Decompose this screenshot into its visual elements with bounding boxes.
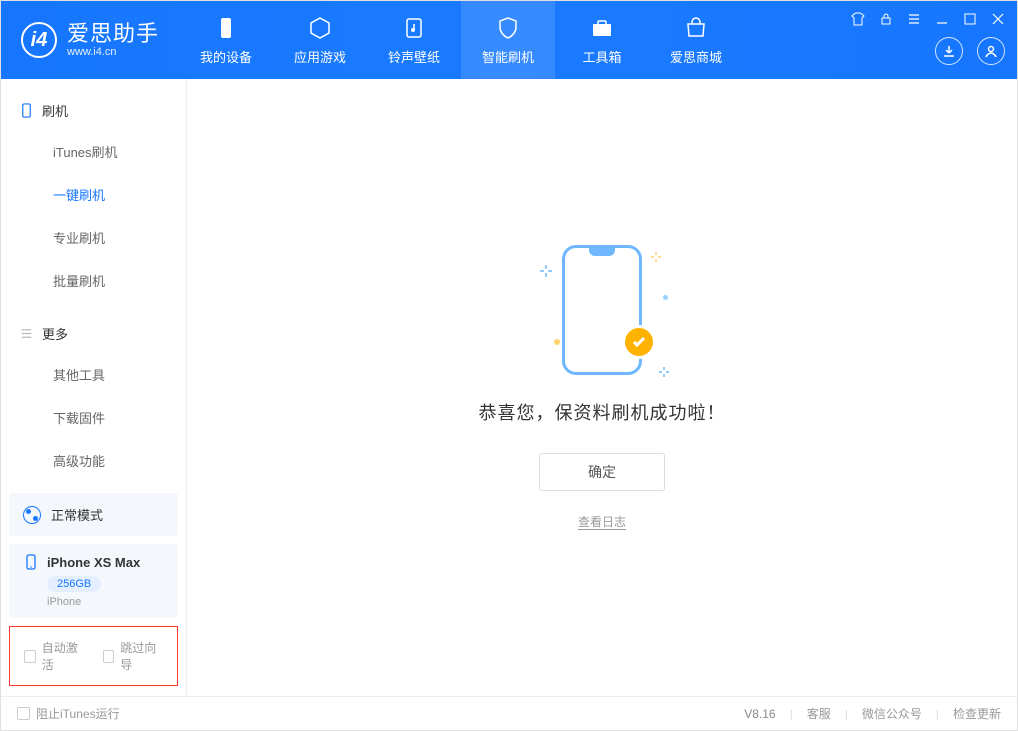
phone-icon	[23, 554, 39, 570]
success-message: 恭喜您，保资料刷机成功啦！	[479, 399, 726, 425]
nav-tab-flash[interactable]: 智能刷机	[461, 1, 555, 79]
sidebar-item-itunes-flash[interactable]: iTunes刷机	[1, 130, 186, 173]
store-icon	[683, 15, 709, 41]
options-row: 自动激活 跳过向导	[9, 626, 178, 686]
nav-label: 铃声壁纸	[388, 47, 440, 66]
titlebar: i4 爱思助手 www.i4.cn 我的设备 应用游戏 铃声壁纸 智能刷机	[1, 1, 1017, 79]
menu-icon[interactable]	[907, 12, 921, 26]
checkbox-label: 跳过向导	[120, 639, 163, 673]
toolbox-icon	[589, 15, 615, 41]
nav-label: 我的设备	[200, 47, 252, 66]
mode-icon	[23, 506, 41, 524]
list-icon	[19, 326, 34, 341]
nav-tab-ringtones[interactable]: 铃声壁纸	[367, 1, 461, 79]
app-title: 爱思助手	[67, 22, 159, 46]
minimize-icon[interactable]	[935, 12, 949, 26]
main-content: 恭喜您，保资料刷机成功啦！ 确定 查看日志	[187, 79, 1017, 696]
download-button[interactable]	[935, 37, 963, 65]
device-icon	[19, 103, 34, 118]
checkbox-label: 自动激活	[42, 639, 85, 673]
nav-tab-my-device[interactable]: 我的设备	[179, 1, 273, 79]
skip-guide-checkbox[interactable]: 跳过向导	[103, 639, 164, 673]
app-logo-area: i4 爱思助手 www.i4.cn	[1, 1, 179, 79]
version-label: V8.16	[744, 707, 775, 721]
sidebar: 刷机 iTunes刷机 一键刷机 专业刷机 批量刷机 更多 其他工具 下载固件 …	[1, 79, 187, 696]
sidebar-section-title: 刷机	[42, 101, 68, 120]
support-link[interactable]: 客服	[807, 705, 831, 722]
block-itunes-checkbox[interactable]: 阻止iTunes运行	[17, 705, 120, 722]
app-logo-icon: i4	[21, 22, 57, 58]
close-icon[interactable]	[991, 12, 1005, 26]
statusbar: 阻止iTunes运行 V8.16 | 客服 | 微信公众号 | 检查更新	[1, 696, 1017, 730]
music-icon	[401, 15, 427, 41]
user-button[interactable]	[977, 37, 1005, 65]
sidebar-header-flash: 刷机	[1, 91, 186, 130]
check-update-link[interactable]: 检查更新	[953, 705, 1001, 722]
nav-label: 工具箱	[583, 47, 622, 66]
device-type: iPhone	[47, 596, 164, 608]
nav-label: 爱思商城	[670, 47, 722, 66]
lock-icon[interactable]	[879, 12, 893, 26]
mode-card[interactable]: 正常模式	[9, 493, 178, 536]
sidebar-item-batch-flash[interactable]: 批量刷机	[1, 259, 186, 302]
sidebar-header-more: 更多	[1, 314, 186, 353]
device-card[interactable]: iPhone XS Max 256GB iPhone	[9, 544, 178, 618]
app-subtitle: www.i4.cn	[67, 46, 159, 58]
nav-label: 应用游戏	[294, 47, 346, 66]
success-illustration	[562, 245, 642, 375]
mode-label: 正常模式	[51, 505, 103, 524]
sidebar-section-title: 更多	[42, 324, 68, 343]
sidebar-item-advanced[interactable]: 高级功能	[1, 439, 186, 482]
sidebar-item-onekey-flash[interactable]: 一键刷机	[1, 173, 186, 216]
checkbox-icon	[17, 707, 30, 720]
cube-icon	[307, 15, 333, 41]
sidebar-item-pro-flash[interactable]: 专业刷机	[1, 216, 186, 259]
nav-tab-toolbox[interactable]: 工具箱	[555, 1, 649, 79]
check-badge-icon	[622, 325, 656, 359]
checkbox-label: 阻止iTunes运行	[36, 705, 120, 722]
wechat-link[interactable]: 微信公众号	[862, 705, 922, 722]
nav-label: 智能刷机	[482, 47, 534, 66]
shirt-icon[interactable]	[851, 12, 865, 26]
phone-icon	[213, 15, 239, 41]
nav-tab-apps[interactable]: 应用游戏	[273, 1, 367, 79]
checkbox-icon	[24, 650, 36, 663]
shield-icon	[495, 15, 521, 41]
auto-activate-checkbox[interactable]: 自动激活	[24, 639, 85, 673]
view-log-link[interactable]: 查看日志	[578, 513, 626, 530]
ok-button[interactable]: 确定	[539, 453, 665, 491]
sidebar-item-other-tools[interactable]: 其他工具	[1, 353, 186, 396]
nav-tab-store[interactable]: 爱思商城	[649, 1, 743, 79]
checkbox-icon	[103, 650, 115, 663]
device-storage-badge: 256GB	[47, 576, 101, 592]
maximize-icon[interactable]	[963, 12, 977, 26]
device-name: iPhone XS Max	[47, 555, 140, 570]
sidebar-item-download-firmware[interactable]: 下载固件	[1, 396, 186, 439]
